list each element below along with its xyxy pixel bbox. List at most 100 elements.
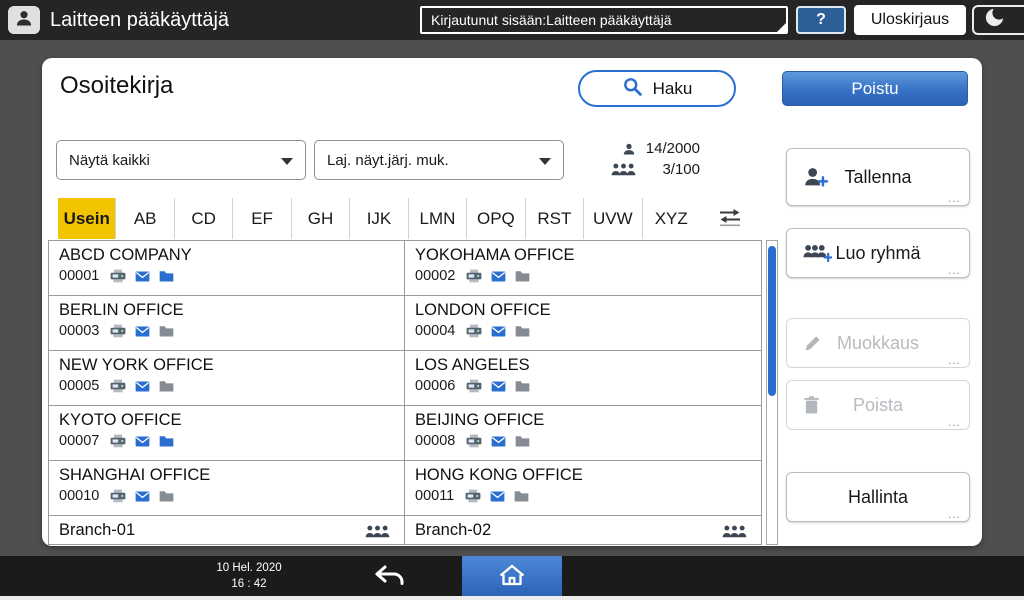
capacity-counters: 14/2000 3/100 <box>600 138 700 180</box>
more-indicator: ... <box>947 191 961 205</box>
login-status-dropdown[interactable]: Kirjautunut sisään:Laitteen pääkäyttäjä <box>420 6 788 34</box>
time-text: 16 : 42 <box>231 578 267 590</box>
address-entry[interactable]: Branch-01 <box>49 516 405 544</box>
folder-icon <box>159 490 174 502</box>
tab-gh[interactable]: GH <box>290 198 349 239</box>
entry-id: 00005 <box>59 378 100 394</box>
entry-meta: 00011 <box>415 488 751 504</box>
tab-ab[interactable]: AB <box>115 198 173 239</box>
fax-icon <box>466 434 482 448</box>
list-scrollbar[interactable] <box>766 240 778 545</box>
user-counter-row: 14/2000 <box>600 138 700 159</box>
mail-icon <box>135 435 150 447</box>
logout-button[interactable]: Uloskirjaus <box>854 5 966 35</box>
address-entry[interactable]: NEW YORK OFFICE 00005 <box>49 351 405 406</box>
address-entry[interactable]: SHANGHAI OFFICE 00010 <box>49 461 405 516</box>
tab-xyz[interactable]: XYZ <box>641 198 700 239</box>
folder-icon <box>159 380 174 392</box>
folder-icon <box>515 380 530 392</box>
mail-icon <box>491 325 506 337</box>
more-indicator: ... <box>947 507 961 521</box>
address-entry[interactable]: HONG KONG OFFICE 00011 <box>405 461 761 516</box>
entry-id: 00011 <box>415 488 455 504</box>
search-label: Haku <box>652 78 693 98</box>
folder-icon <box>515 325 530 337</box>
date-text: 10 Hel. 2020 <box>216 562 282 574</box>
back-button[interactable] <box>362 556 418 596</box>
entry-id: 00010 <box>59 488 100 504</box>
fax-icon <box>110 379 126 393</box>
search-button[interactable]: Haku <box>578 70 736 107</box>
tab-opq[interactable]: OPQ <box>466 198 524 239</box>
tab-uvw[interactable]: UVW <box>583 198 641 239</box>
entry-id: 00003 <box>59 323 100 339</box>
user-account-button[interactable] <box>8 6 40 34</box>
caret-down-icon <box>539 158 551 165</box>
fax-icon <box>465 489 481 503</box>
entry-name: SHANGHAI OFFICE <box>59 466 211 484</box>
create-group-button[interactable]: Luo ryhmä ... <box>786 228 970 278</box>
login-status-text: Kirjautunut sisään:Laitteen pääkäyttäjä <box>431 12 672 28</box>
scrollbar-thumb[interactable] <box>768 246 776 396</box>
register-button[interactable]: Tallenna ... <box>786 148 970 206</box>
sort-order-dropdown[interactable]: Laj. näyt.järj. muk. <box>314 140 564 180</box>
bottom-bar: 10 Hel. 2020 16 : 42 <box>0 556 1024 596</box>
group-icon <box>722 525 747 543</box>
entry-meta: 00008 <box>415 433 751 449</box>
display-switch-button[interactable] <box>706 204 754 234</box>
group-count-icon <box>611 163 636 176</box>
fax-icon <box>466 269 482 283</box>
entry-name: KYOTO OFFICE <box>59 411 182 429</box>
entry-name: ABCD COMPANY <box>59 246 192 264</box>
fax-icon <box>110 489 126 503</box>
address-entry[interactable]: Branch-02 <box>405 516 761 544</box>
fax-icon <box>110 269 126 283</box>
page-title: Laitteen pääkäyttäjä <box>50 9 230 31</box>
display-filter-dropdown[interactable]: Näytä kaikki <box>56 140 306 180</box>
entry-meta: 00007 <box>59 433 394 449</box>
top-bar: Laitteen pääkäyttäjä Kirjautunut sisään:… <box>0 0 1024 40</box>
mail-icon <box>491 435 506 447</box>
moon-icon <box>983 6 1006 34</box>
sort-value: Laj. näyt.järj. muk. <box>327 151 449 169</box>
entry-id: 00004 <box>415 323 456 339</box>
address-entry[interactable]: YOKOHAMA OFFICE 00002 <box>405 241 761 296</box>
filter-value: Näytä kaikki <box>69 151 150 169</box>
user-count: 14/2000 <box>645 140 700 157</box>
address-entry[interactable]: BERLIN OFFICE 00003 <box>49 296 405 351</box>
tab-cd[interactable]: CD <box>173 198 232 239</box>
edit-button[interactable]: Muokkaus ... <box>786 318 970 368</box>
manage-button[interactable]: Hallinta ... <box>786 472 970 522</box>
address-entry[interactable]: LONDON OFFICE 00004 <box>405 296 761 351</box>
entry-meta: 00004 <box>415 323 751 339</box>
delete-button[interactable]: Poista ... <box>786 380 970 430</box>
address-entry[interactable]: KYOTO OFFICE 00007 <box>49 406 405 461</box>
switch-display-icon <box>717 208 743 230</box>
more-indicator: ... <box>947 263 961 277</box>
help-button[interactable]: ? <box>796 6 846 34</box>
entry-meta: 00006 <box>415 378 751 394</box>
energy-saver-button[interactable] <box>972 5 1024 35</box>
entry-name: Branch-02 <box>415 521 492 539</box>
tab-ijk[interactable]: IJK <box>349 198 407 239</box>
tab-lmn[interactable]: LMN <box>407 198 466 239</box>
group-count: 3/100 <box>662 161 700 178</box>
folder-icon <box>514 490 529 502</box>
panel-title: Osoitekirja <box>60 72 174 99</box>
mail-icon <box>491 380 506 392</box>
tab-ef[interactable]: EF <box>232 198 290 239</box>
home-button[interactable] <box>462 556 562 596</box>
tab-rst[interactable]: RST <box>524 198 583 239</box>
fax-icon <box>110 324 126 338</box>
entry-name: Branch-01 <box>59 521 136 539</box>
folder-icon <box>515 435 530 447</box>
fax-icon <box>110 434 126 448</box>
address-entry[interactable]: LOS ANGELES 00006 <box>405 351 761 406</box>
address-entry[interactable]: ABCD COMPANY 00001 <box>49 241 405 296</box>
create-group-label: Luo ryhmä <box>835 242 921 263</box>
group-counter-row: 3/100 <box>600 159 700 180</box>
tab-usein[interactable]: Usein <box>58 198 116 239</box>
entry-name: BERLIN OFFICE <box>59 301 184 319</box>
entry-meta: 00005 <box>59 378 394 394</box>
address-entry[interactable]: BEIJING OFFICE 00008 <box>405 406 761 461</box>
